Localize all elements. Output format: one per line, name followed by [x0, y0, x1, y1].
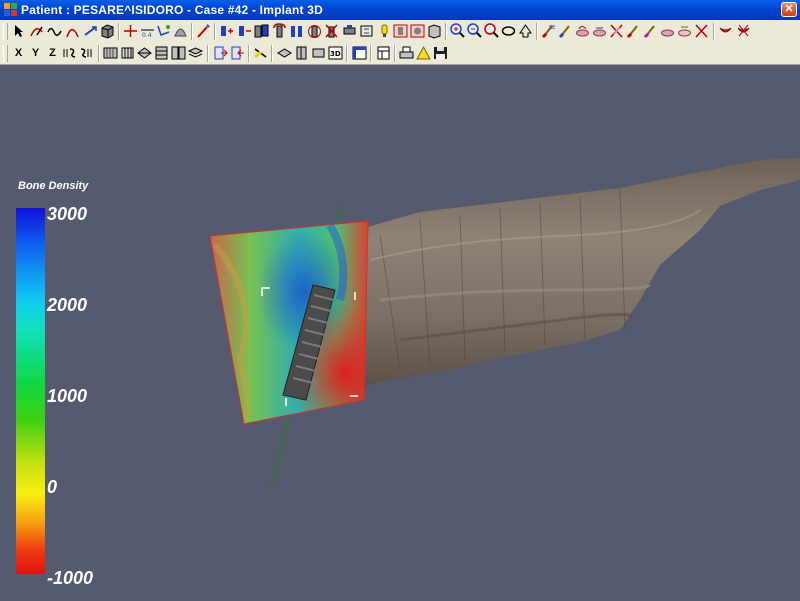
- legend-tick-minus-1000: -1000: [47, 568, 94, 588]
- bone-surface-model[interactable]: [350, 158, 800, 388]
- legend-tick-0: 0: [47, 477, 58, 497]
- legend-tick-1000: 1000: [47, 386, 88, 406]
- bone-density-colorbar: [16, 208, 45, 574]
- 3d-scene[interactable]: [0, 0, 800, 601]
- legend-tick-2000: 2000: [47, 295, 88, 315]
- legend-title: Bone Density: [18, 180, 89, 192]
- legend-tick-3000: 3000: [47, 204, 88, 224]
